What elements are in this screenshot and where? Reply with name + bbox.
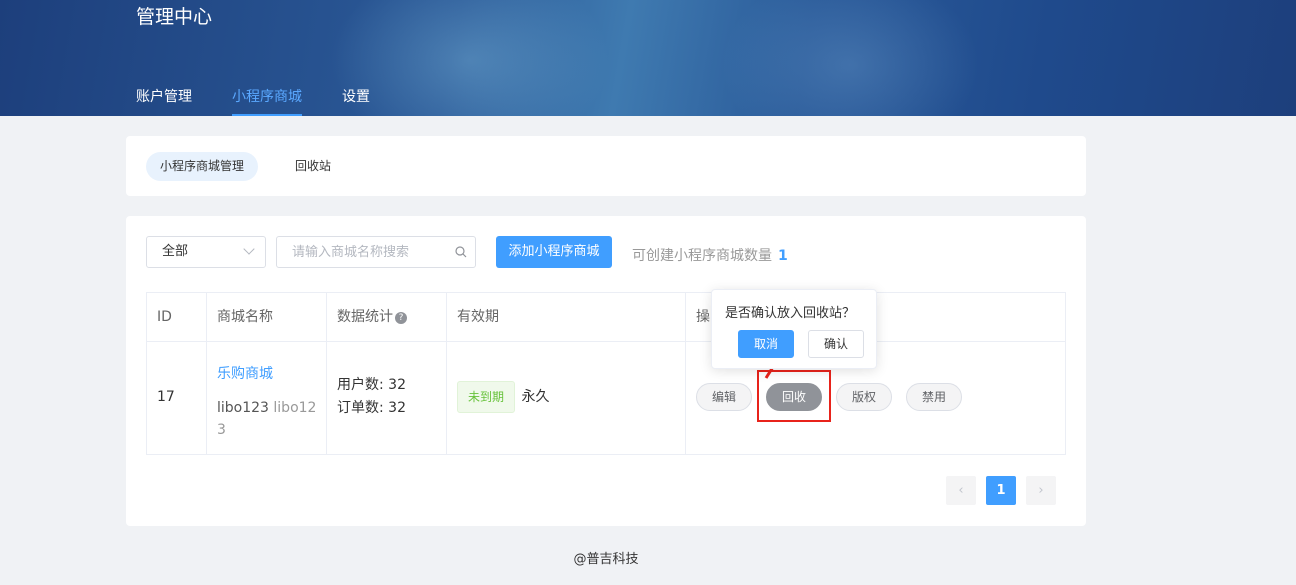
shop-name-link[interactable]: 乐购商城 xyxy=(217,363,318,385)
user-count: 用户数: 32 xyxy=(337,377,406,393)
app-title: 管理中心 xyxy=(136,6,213,28)
search-icon[interactable] xyxy=(455,246,467,258)
mall-list-card: 全部 添加小程序商城 可创建小程序商城数量 1 ID 商城名称 数据统计? 有效期… xyxy=(126,216,1086,526)
copyright-button[interactable]: 版权 xyxy=(836,383,892,411)
cancel-button[interactable]: 取消 xyxy=(738,330,794,358)
quota-label: 可创建小程序商城数量 xyxy=(632,248,772,264)
search-box xyxy=(276,236,476,268)
subtab-card: 小程序商城管理 回收站 xyxy=(126,136,1086,196)
status-badge: 未到期 xyxy=(457,381,516,413)
validity-value: 永久 xyxy=(521,389,550,405)
column-header-actions: 操 xyxy=(696,309,710,325)
pagination-prev-button[interactable]: ‹ xyxy=(946,476,976,505)
order-count: 订单数: 32 xyxy=(337,400,406,416)
cell-validity: 未到期 永久 xyxy=(447,341,685,454)
status-select[interactable]: 全部 xyxy=(146,236,266,268)
status-select-value: 全部 xyxy=(162,244,189,259)
banner-glow xyxy=(720,0,980,116)
pagination-next-button[interactable]: › xyxy=(1026,476,1056,505)
pagination-page-1[interactable]: 1 xyxy=(986,476,1016,505)
confirm-popover: 是否确认放入回收站？ 取消 确认 xyxy=(711,289,877,369)
question-mark-icon[interactable]: ? xyxy=(395,312,407,324)
cell-id: 17 xyxy=(157,389,175,405)
column-header-id: ID xyxy=(157,309,172,325)
cell-stats: 用户数: 32 订单数: 32 xyxy=(327,341,446,454)
disable-button[interactable]: 禁用 xyxy=(906,383,962,411)
cell-shop-name: 乐购商城 libo123 libo123 xyxy=(207,341,326,454)
column-header-name: 商城名称 xyxy=(217,309,273,325)
add-mall-button[interactable]: 添加小程序商城 xyxy=(496,236,612,268)
main-nav: 账户管理 小程序商城 设置 xyxy=(136,86,410,116)
header-banner: 管理中心 账户管理 小程序商城 设置 xyxy=(0,0,1296,116)
nav-item-settings[interactable]: 设置 xyxy=(342,86,370,116)
shop-account-name: libo123 xyxy=(217,400,269,416)
chevron-down-icon xyxy=(243,243,255,255)
subtab-mall-management[interactable]: 小程序商城管理 xyxy=(146,152,259,181)
edit-button[interactable]: 编辑 xyxy=(696,383,752,411)
footer-copyright: @普吉科技 xyxy=(573,552,639,567)
subtab-recycle-bin[interactable]: 回收站 xyxy=(281,152,345,181)
search-input[interactable] xyxy=(277,237,447,267)
confirm-button[interactable]: 确认 xyxy=(808,330,864,358)
shop-account: libo123 libo123 xyxy=(217,397,318,441)
mall-table: ID 商城名称 数据统计? 有效期 操 17 乐购商城 libo123 libo… xyxy=(146,292,1066,455)
nav-item-accounts[interactable]: 账户管理 xyxy=(136,86,192,116)
column-header-validity: 有效期 xyxy=(457,309,499,325)
column-header-stats: 数据统计? xyxy=(327,293,407,341)
confirm-message: 是否确认放入回收站？ xyxy=(725,306,856,321)
quota-value: 1 xyxy=(778,248,788,264)
column-header-stats-label: 数据统计 xyxy=(337,309,393,325)
nav-item-mini-program-mall[interactable]: 小程序商城 xyxy=(232,86,302,116)
quota-info: 可创建小程序商城数量 1 xyxy=(632,245,788,265)
